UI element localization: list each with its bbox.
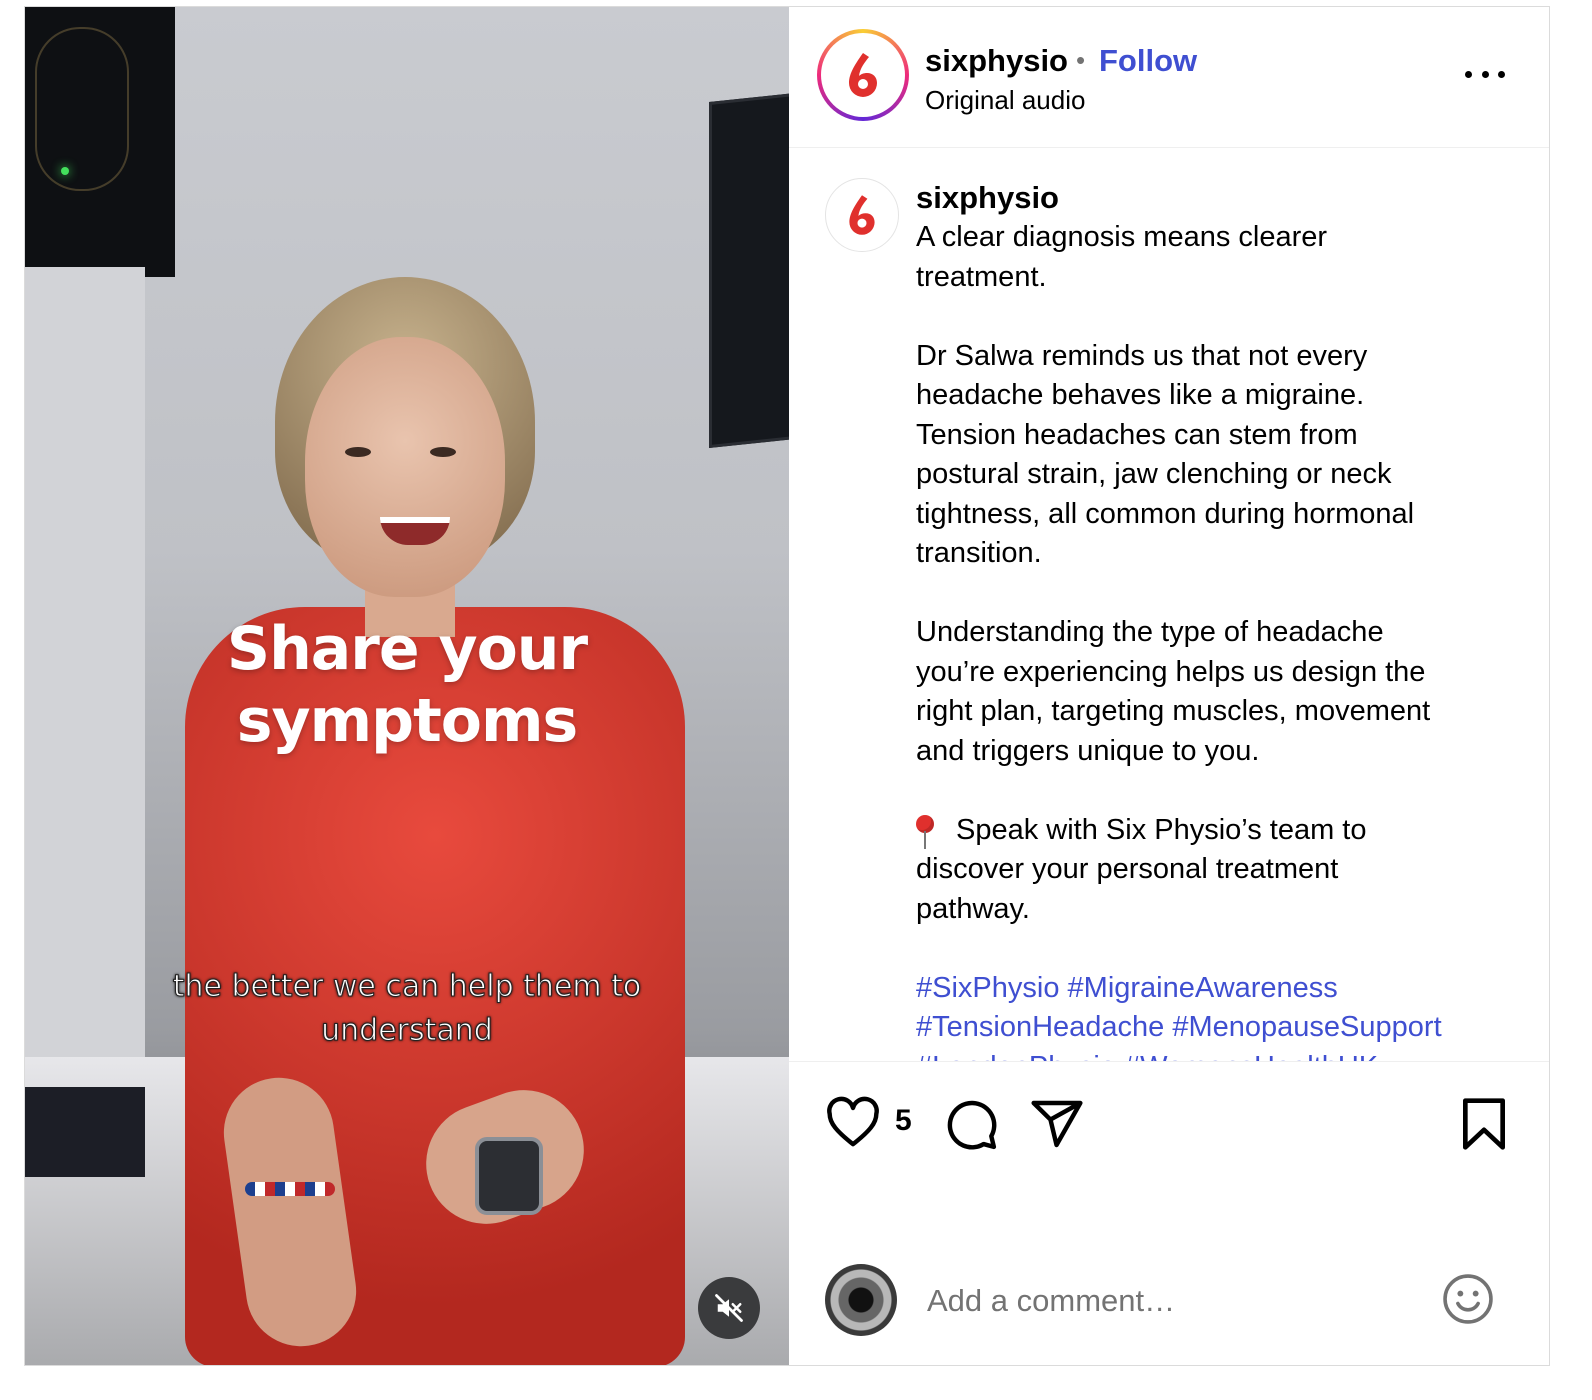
presenter [175, 277, 695, 1365]
post-caption: sixphysio A clear diagnosis means cleare… [916, 178, 1516, 1061]
caption-line: Understanding the type of headache [916, 616, 1384, 648]
more-horizontal-icon [1465, 70, 1472, 78]
audio-label[interactable]: Original audio [925, 85, 1085, 116]
video-overlay-title: Share your symptoms [25, 613, 789, 757]
overlay-title-line: symptoms [236, 686, 578, 756]
profile-avatar[interactable] [817, 29, 909, 121]
like-count[interactable]: 5 [895, 1104, 912, 1138]
hashtags: #TensionHeadache #MenopauseSupport [916, 1008, 1516, 1048]
comments-scroll-area[interactable]: sixphysio A clear diagnosis means cleare… [789, 148, 1549, 1061]
heart-icon [827, 1096, 879, 1147]
comment-icon [947, 1100, 997, 1150]
post-header: sixphysio • Follow Original audio [789, 7, 1549, 148]
hashtag-link[interactable]: #MigraineAwareness [1068, 972, 1338, 1004]
hashtags: #SixPhysio #MigraineAwareness [916, 969, 1516, 1009]
like-button[interactable] [825, 1096, 881, 1153]
caption-line: and triggers unique to you. [916, 734, 1260, 767]
round-pushpin-icon [916, 814, 934, 849]
emoji-button[interactable] [1441, 1272, 1495, 1331]
caption-line: treatment. [916, 260, 1047, 293]
caption-username[interactable]: sixphysio [916, 178, 1516, 218]
hashtags: #LondonPhysio #WomensHealthUK [916, 1048, 1516, 1062]
caption-line: Dr Salwa reminds us that not every [916, 339, 1368, 372]
wall-tv [709, 91, 789, 449]
caption-line: headache behaves like a migraine. [916, 379, 1365, 411]
comment-input[interactable] [925, 1270, 1409, 1332]
subtitle-line: the better we can help them to [172, 969, 642, 1005]
server-cabinet [25, 7, 175, 277]
add-comment-row [789, 1258, 1549, 1365]
caption-line: transition. [916, 537, 1042, 569]
header-username[interactable]: sixphysio [925, 43, 1068, 79]
cta-text: Speak with Six Physio’s team to [956, 813, 1367, 846]
caption-line: right plan, targeting muscles, movement [916, 695, 1431, 727]
subtitle-line: understand [321, 1013, 494, 1049]
share-button[interactable] [1029, 1096, 1085, 1157]
hashtag-link[interactable]: #LondonPhysio [916, 1051, 1116, 1062]
mute-button[interactable] [698, 1277, 760, 1339]
caption-avatar[interactable] [825, 178, 899, 252]
share-icon [1031, 1100, 1083, 1148]
more-options-button[interactable] [1465, 59, 1505, 89]
bookmark-icon [1463, 1098, 1505, 1150]
caption-line: postural strain, jaw clenching or neck [916, 458, 1392, 490]
reel-video[interactable]: Share your symptoms the better we can he… [25, 7, 789, 1365]
comment-button[interactable] [943, 1096, 999, 1157]
post-side-panel: sixphysio • Follow Original audio sixphy… [789, 7, 1549, 1365]
video-subtitle: the better we can help them to understan… [25, 965, 789, 1053]
action-bar: 5 [789, 1061, 1549, 1365]
follow-button[interactable]: Follow [1099, 43, 1197, 79]
overlay-title-line: Share your [226, 614, 588, 684]
sixphysio-logo-icon [836, 48, 890, 102]
save-button[interactable] [1459, 1096, 1509, 1157]
caption-cta-line: Speak with Six Physio’s team to [916, 811, 1516, 851]
post-modal: Share your symptoms the better we can he… [24, 6, 1550, 1366]
caption-cta-line: pathway. [916, 892, 1030, 925]
caption-line: tightness, all common during hormonal [916, 497, 1415, 530]
hashtag-link[interactable]: #TensionHeadache [916, 1011, 1164, 1043]
caption-line: Tension headaches can stem from [916, 418, 1358, 451]
speaker-muted-icon [715, 1294, 743, 1322]
current-user-avatar[interactable] [825, 1264, 897, 1336]
sixphysio-logo-icon [849, 195, 875, 235]
hashtag-link[interactable]: #SixPhysio [916, 972, 1059, 1004]
header-separator: • [1076, 45, 1086, 75]
hashtag-link[interactable]: #MenopauseSupport [1172, 1011, 1441, 1043]
caption-line: A clear diagnosis means clearer [916, 221, 1328, 253]
caption-line: you’re experiencing helps us design the [916, 655, 1426, 688]
smiley-icon [1443, 1274, 1493, 1324]
hashtag-link[interactable]: #WomensHealthUK [1124, 1051, 1378, 1062]
caption-cta-line: discover your personal treatment [916, 853, 1339, 885]
